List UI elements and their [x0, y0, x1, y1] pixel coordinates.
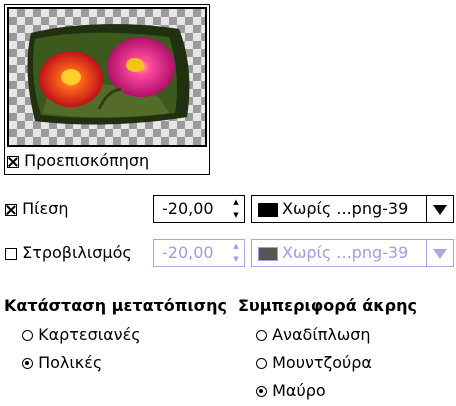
swirl-stepper[interactable]: ▲ ▼: [228, 240, 244, 266]
displacement-mode-heading: Κατάσταση μετατόπισης: [4, 296, 227, 315]
spin-up-icon[interactable]: ▲: [228, 240, 244, 253]
preview-label: Προεπισκόπηση: [24, 151, 150, 170]
radio-wrap-indicator[interactable]: [256, 330, 267, 341]
pressure-gradient-name: Χωρίς ...png-39: [282, 199, 409, 218]
pressure-checkbox[interactable]: [5, 203, 17, 216]
gradient-swatch: [258, 203, 278, 217]
radio-cartesian-label: Καρτεσιανές: [38, 325, 141, 344]
pressure-gradient-combo[interactable]: Χωρίς ...png-39: [251, 195, 454, 223]
pressure-spinbutton[interactable]: -20,00 ▲ ▼: [153, 195, 245, 223]
radio-smear[interactable]: Μουντζούρα: [256, 353, 372, 373]
dropdown-button[interactable]: [426, 196, 453, 222]
preview-frame: Προεπισκόπηση: [4, 4, 210, 175]
radio-smear-indicator[interactable]: [256, 358, 267, 369]
swirl-gradient-name: Χωρίς ...png-39: [282, 243, 409, 262]
spin-up-icon[interactable]: ▲: [228, 196, 244, 209]
chevron-down-icon: [433, 205, 447, 215]
swirl-checkbox-row[interactable]: Στροβιλισμός: [5, 243, 132, 263]
swirl-spinbutton[interactable]: -20,00 ▲ ▼: [153, 239, 245, 267]
gradient-swatch: [258, 247, 278, 261]
pressure-checkbox-row[interactable]: Πίεση: [5, 199, 68, 219]
preview-image: [7, 7, 207, 147]
edge-behavior-heading: Συμπεριφορά άκρης: [238, 296, 417, 315]
radio-smear-label: Μουντζούρα: [272, 353, 372, 372]
pressure-value[interactable]: -20,00: [162, 199, 214, 219]
radio-polar-indicator[interactable]: [22, 358, 33, 369]
swirl-value[interactable]: -20,00: [162, 243, 214, 263]
radio-polar-label: Πολικές: [38, 353, 103, 372]
dropdown-button[interactable]: [426, 240, 453, 266]
radio-cartesian[interactable]: Καρτεσιανές: [22, 325, 141, 345]
flower-photo: [27, 24, 190, 125]
preview-checkbox[interactable]: [7, 155, 19, 168]
chevron-down-icon: [433, 249, 447, 259]
spin-down-icon[interactable]: ▼: [228, 209, 244, 222]
radio-black-label: Μαύρο: [272, 381, 326, 400]
radio-black[interactable]: Μαύρο: [256, 381, 326, 401]
radio-black-indicator[interactable]: [256, 386, 267, 397]
swirl-checkbox[interactable]: [5, 247, 17, 260]
swirl-gradient-combo[interactable]: Χωρίς ...png-39: [251, 239, 454, 267]
spin-down-icon[interactable]: ▼: [228, 253, 244, 266]
radio-polar[interactable]: Πολικές: [22, 353, 102, 373]
radio-wrap[interactable]: Αναδίπλωση: [256, 325, 371, 345]
pressure-label: Πίεση: [22, 199, 69, 218]
preview-checkbox-row[interactable]: Προεπισκόπηση: [7, 151, 149, 171]
radio-cartesian-indicator[interactable]: [22, 330, 33, 341]
radio-wrap-label: Αναδίπλωση: [272, 325, 371, 344]
swirl-label: Στροβιλισμός: [22, 243, 132, 262]
pressure-stepper[interactable]: ▲ ▼: [228, 196, 244, 222]
